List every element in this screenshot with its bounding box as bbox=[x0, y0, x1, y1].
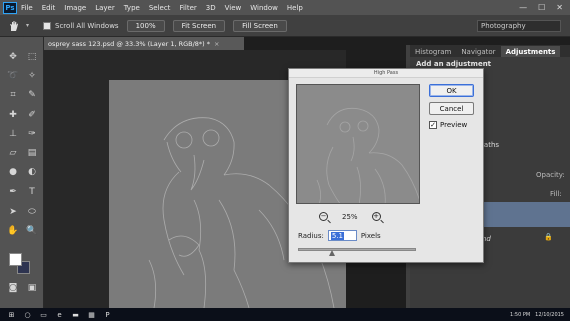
workspace-select[interactable]: Photography bbox=[477, 19, 561, 32]
preview-label: Preview bbox=[440, 121, 468, 129]
zoom-in-icon[interactable]: + bbox=[371, 212, 381, 221]
tab-adjustments[interactable]: Adjustments bbox=[500, 46, 561, 57]
lasso-tool-icon[interactable]: ➰ bbox=[5, 69, 21, 83]
tab-navigator[interactable]: Navigator bbox=[456, 46, 500, 57]
menu-bar: Ps File Edit Image Layer Type Select Fil… bbox=[0, 0, 570, 15]
healing-brush-tool-icon[interactable]: ✚ bbox=[5, 108, 21, 122]
eyedropper-tool-icon[interactable]: ✎ bbox=[24, 88, 40, 102]
screen-mode-icon[interactable]: ▣ bbox=[24, 281, 40, 295]
fill-screen-button[interactable]: Fill Screen bbox=[233, 19, 287, 32]
taskbar-time[interactable]: 1:50 PM bbox=[510, 312, 530, 318]
preset-caret-icon[interactable]: ▾ bbox=[26, 22, 29, 29]
close-document-icon[interactable]: × bbox=[214, 40, 219, 48]
system-tray: 1:50 PM 12/10/2015 bbox=[510, 312, 564, 318]
blur-tool-icon[interactable]: ● bbox=[5, 165, 21, 179]
radius-label: Radius: bbox=[298, 231, 324, 240]
windows-taskbar: ⊞ ○ ▭ e ▬ ▦ P 1:50 PM 12/10/2015 bbox=[0, 308, 570, 321]
zoom-100-button[interactable]: 100% bbox=[126, 19, 165, 32]
photoshop-window: Ps File Edit Image Layer Type Select Fil… bbox=[0, 0, 570, 321]
move-tool-icon[interactable]: ✥ bbox=[5, 50, 21, 64]
radius-value: 5.1 bbox=[330, 231, 344, 240]
fill-label: Fill: bbox=[550, 190, 562, 198]
marquee-tool-icon[interactable]: ⬚ bbox=[24, 50, 40, 64]
shape-tool-icon[interactable]: ⬭ bbox=[24, 205, 40, 219]
scroll-all-windows-label: Scroll All Windows bbox=[55, 21, 119, 30]
scroll-all-windows-checkbox[interactable] bbox=[43, 21, 52, 30]
radius-row: Radius: 5.1 Pixels bbox=[298, 230, 381, 241]
store-icon[interactable]: ▦ bbox=[87, 310, 96, 319]
cancel-button[interactable]: Cancel bbox=[429, 102, 474, 115]
maximize-button[interactable]: ☐ bbox=[538, 3, 545, 12]
clone-stamp-tool-icon[interactable]: ⊥ bbox=[5, 127, 21, 141]
menu-file[interactable]: File bbox=[21, 4, 33, 12]
dialog-title: High Pass bbox=[289, 69, 483, 78]
high-pass-dialog: High Pass − 25% + Radius: 5.1 Pixels OK … bbox=[288, 68, 484, 263]
tools-panel: ✥ ⬚ ➰ ✧ ⌗ ✎ ✚ ✐ ⊥ ✑ ▱ ▤ ● ◐ ✒ T ➤ ⬭ ✋ 🔍 … bbox=[0, 37, 44, 308]
dodge-tool-icon[interactable]: ◐ bbox=[24, 165, 40, 179]
foreground-color-swatch[interactable] bbox=[9, 253, 22, 266]
taskbar-date[interactable]: 12/10/2015 bbox=[535, 312, 564, 318]
radius-slider-thumb[interactable] bbox=[329, 250, 335, 256]
type-tool-icon[interactable]: T bbox=[24, 185, 40, 199]
zoom-tool-icon[interactable]: 🔍 bbox=[24, 224, 40, 238]
photoshop-taskbar-icon[interactable]: P bbox=[103, 310, 112, 319]
tab-histogram[interactable]: Histogram bbox=[410, 46, 456, 57]
radius-slider[interactable] bbox=[298, 248, 416, 251]
document-tab-title: osprey sass 123.psd @ 33.3% (Layer 1, RG… bbox=[48, 39, 211, 48]
opacity-label: Opacity: bbox=[536, 171, 565, 179]
document-tab[interactable]: osprey sass 123.psd @ 33.3% (Layer 1, RG… bbox=[44, 37, 244, 50]
brush-tool-icon[interactable]: ✐ bbox=[24, 108, 40, 122]
start-button-icon[interactable]: ⊞ bbox=[7, 310, 16, 319]
path-selection-tool-icon[interactable]: ➤ bbox=[5, 205, 21, 219]
adjustments-header: Add an adjustment bbox=[416, 60, 492, 68]
panel-tabs: Histogram Navigator Adjustments bbox=[410, 45, 570, 57]
fit-screen-button[interactable]: Fit Screen bbox=[172, 19, 226, 32]
preview-toggle[interactable]: ✓ Preview bbox=[429, 121, 467, 129]
search-icon[interactable]: ○ bbox=[23, 310, 32, 319]
preview-checkbox[interactable]: ✓ bbox=[429, 121, 437, 129]
menu-type[interactable]: Type bbox=[124, 4, 140, 12]
menu-help[interactable]: Help bbox=[287, 4, 303, 12]
history-brush-tool-icon[interactable]: ✑ bbox=[24, 127, 40, 141]
file-explorer-icon[interactable]: ▬ bbox=[71, 310, 80, 319]
options-bar: ▾ Scroll All Windows 100% Fit Screen Fil… bbox=[0, 15, 570, 37]
menu-layer[interactable]: Layer bbox=[95, 4, 115, 12]
crop-tool-icon[interactable]: ⌗ bbox=[5, 88, 21, 102]
edge-browser-icon[interactable]: e bbox=[55, 310, 64, 319]
ok-button[interactable]: OK bbox=[429, 84, 474, 97]
menu-filter[interactable]: Filter bbox=[179, 4, 196, 12]
menu-image[interactable]: Image bbox=[64, 4, 86, 12]
menu-3d[interactable]: 3D bbox=[206, 4, 216, 12]
lock-icon[interactable]: 🔒 bbox=[544, 233, 553, 241]
close-button[interactable]: ✕ bbox=[556, 3, 563, 12]
quick-select-tool-icon[interactable]: ✧ bbox=[24, 69, 40, 83]
menu-select[interactable]: Select bbox=[149, 4, 171, 12]
pen-tool-icon[interactable]: ✒ bbox=[5, 185, 21, 199]
radius-unit: Pixels bbox=[360, 231, 381, 240]
minimize-button[interactable]: — bbox=[519, 3, 527, 12]
zoom-out-icon[interactable]: − bbox=[319, 212, 328, 221]
photoshop-logo: Ps bbox=[3, 1, 17, 14]
selected-layer-row[interactable] bbox=[480, 202, 570, 227]
menu-view[interactable]: View bbox=[225, 4, 242, 12]
menu-window[interactable]: Window bbox=[250, 4, 278, 12]
eraser-tool-icon[interactable]: ▱ bbox=[5, 146, 21, 160]
filter-preview[interactable] bbox=[296, 84, 420, 204]
quick-mask-icon[interactable]: ◙ bbox=[5, 281, 21, 295]
zoom-level: 25% bbox=[342, 212, 358, 221]
hand-tool-preset-icon[interactable] bbox=[4, 18, 24, 34]
gradient-tool-icon[interactable]: ▤ bbox=[24, 146, 40, 160]
radius-input[interactable]: 5.1 bbox=[327, 230, 357, 241]
menu-edit[interactable]: Edit bbox=[42, 4, 56, 12]
hand-tool-icon[interactable]: ✋ bbox=[5, 224, 21, 238]
task-view-icon[interactable]: ▭ bbox=[39, 310, 48, 319]
preview-zoom-controls: − 25% + bbox=[319, 212, 381, 221]
window-controls: — ☐ ✕ bbox=[519, 3, 563, 12]
